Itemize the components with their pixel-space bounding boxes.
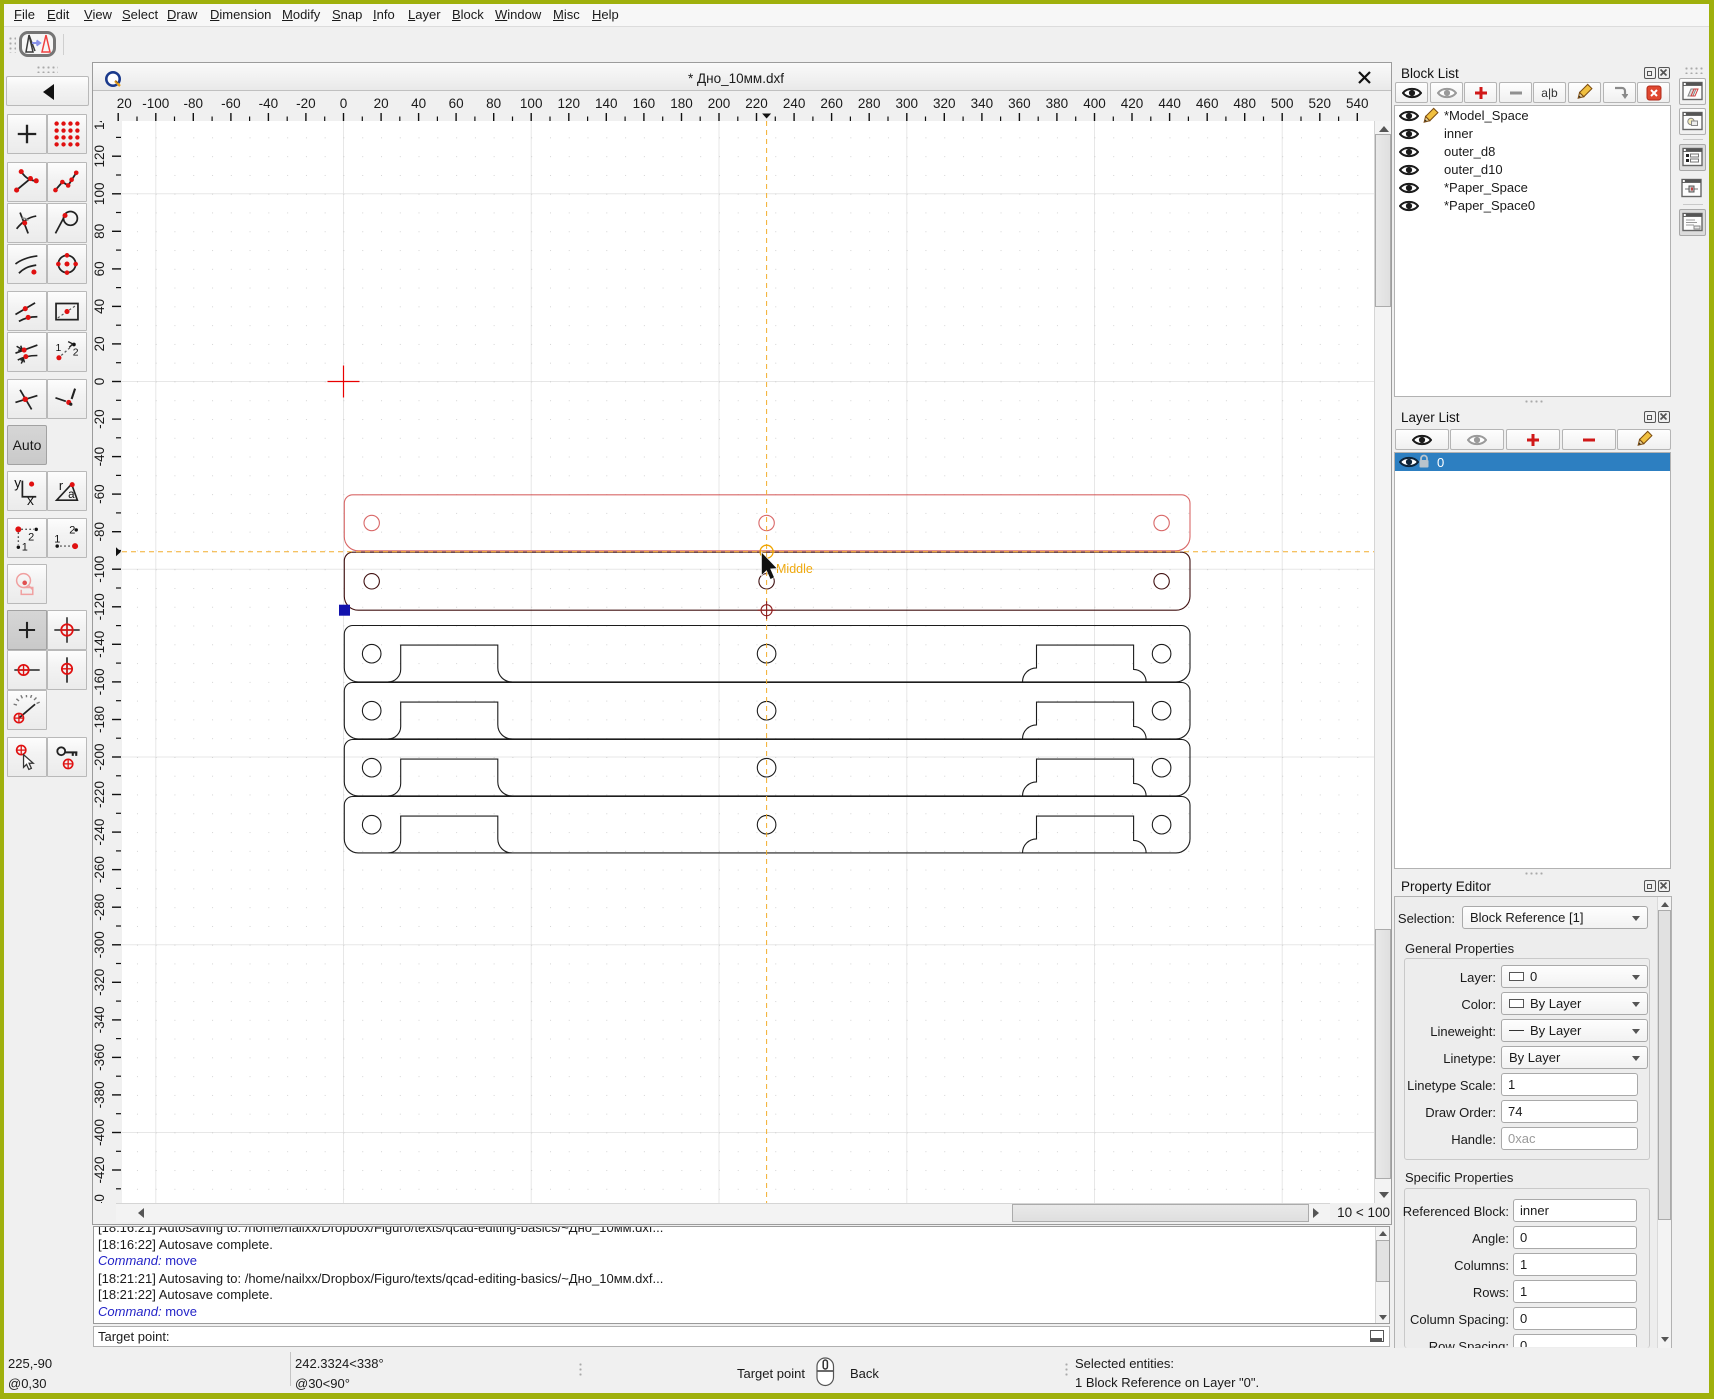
svg-text:2: 2 [73, 347, 79, 358]
svg-text:2: 2 [28, 531, 34, 543]
svg-text:y: y [14, 476, 21, 491]
svg-text:x: x [27, 492, 34, 506]
svg-text:1: 1 [22, 542, 28, 553]
svg-text:r: r [59, 479, 64, 493]
svg-text:a: a [68, 489, 75, 501]
svg-text:2: 2 [69, 524, 75, 536]
svg-text:1: 1 [54, 534, 60, 546]
svg-text:1: 1 [55, 343, 61, 354]
